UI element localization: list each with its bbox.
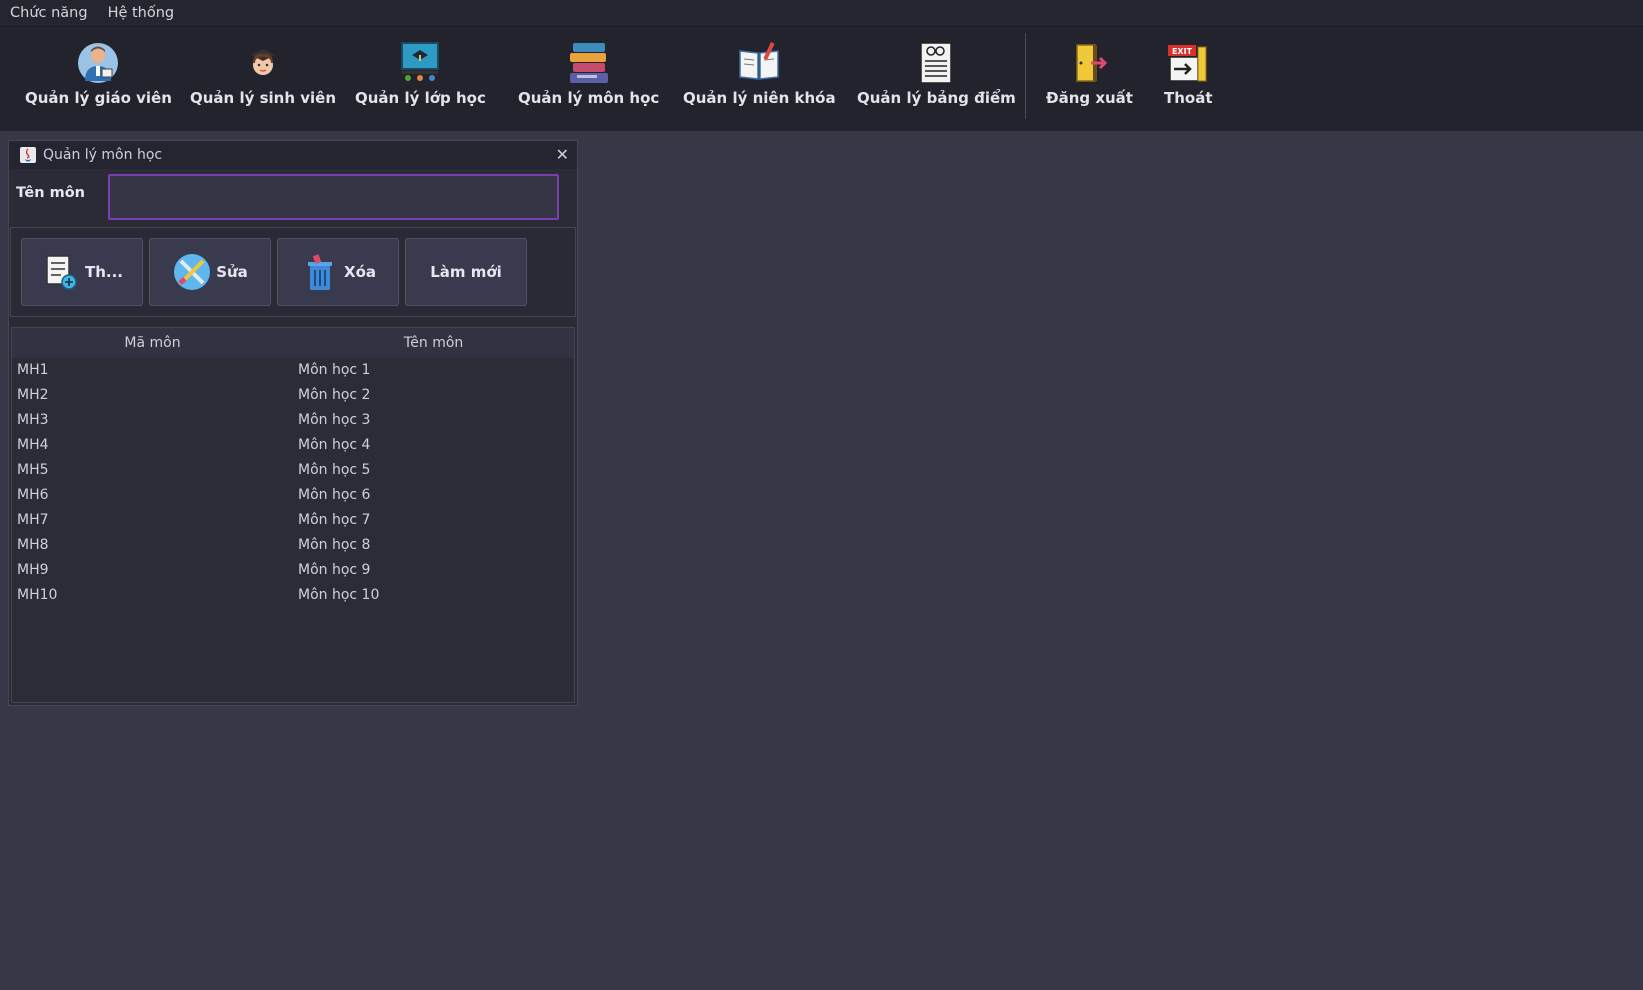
cell-subject-code: MH4 (17, 437, 49, 453)
table-row[interactable]: MH5 Môn học 5 (12, 458, 574, 483)
table-row[interactable]: MH7 Môn học 7 (12, 508, 574, 533)
column-header-subject-code[interactable]: Mã môn (12, 328, 293, 358)
school-year-management-button[interactable]: Quản lý niên khóa (683, 41, 836, 125)
table-row[interactable]: MH1 Môn học 1 (12, 358, 574, 383)
logout-button[interactable]: Đăng xuất (1046, 41, 1133, 125)
java-app-icon (20, 147, 36, 163)
cell-subject-name: Môn học 1 (298, 362, 371, 378)
table-row[interactable]: MH10 Môn học 10 (12, 583, 574, 608)
cell-subject-name: Môn học 6 (298, 487, 371, 503)
add-list-icon (46, 255, 77, 290)
exit-label: Thoát (1164, 89, 1213, 107)
table-row[interactable]: MH8 Môn học 8 (12, 533, 574, 558)
table-body: MH1 Môn học 1 MH2 Môn học 2 MH3 Môn học … (12, 358, 574, 608)
edit-button[interactable]: Sửa (149, 238, 271, 306)
menu-bar: Chức năng Hệ thống (0, 0, 1643, 27)
teacher-management-button[interactable]: Quản lý giáo viên (25, 41, 172, 125)
cell-subject-code: MH10 (17, 587, 58, 603)
delete-button[interactable]: Xóa (277, 238, 399, 306)
cell-subject-name: Môn học 5 (298, 462, 371, 478)
cell-subject-code: MH5 (17, 462, 49, 478)
window-title: Quản lý môn học (43, 147, 163, 163)
subject-management-label: Quản lý môn học (518, 89, 660, 107)
table-row[interactable]: MH6 Môn học 6 (12, 483, 574, 508)
menu-he-thong[interactable]: Hệ thống (98, 0, 185, 26)
table-row[interactable]: MH3 Môn học 3 (12, 408, 574, 433)
menu-chuc-nang[interactable]: Chức năng (0, 0, 98, 26)
exit-sign-icon: EXIT (1168, 45, 1207, 82)
toolbar-separator (1025, 33, 1026, 119)
cell-subject-name: Môn học 9 (298, 562, 371, 578)
subject-management-button[interactable]: Quản lý môn học (518, 41, 659, 125)
subject-name-label: Tên môn (16, 185, 85, 201)
cell-subject-code: MH3 (17, 412, 49, 428)
table-row[interactable]: MH4 Môn học 4 (12, 433, 574, 458)
student-management-label: Quản lý sinh viên (190, 89, 337, 107)
add-button[interactable]: Th... (21, 238, 143, 306)
edit-button-label: Sửa (216, 263, 248, 281)
subject-name-row: Tên môn (9, 171, 577, 221)
cell-subject-code: MH2 (17, 387, 49, 403)
add-button-label: Th... (84, 263, 123, 281)
table-row[interactable]: MH9 Môn học 9 (12, 558, 574, 583)
open-book-icon (739, 41, 780, 80)
svg-text:EXIT: EXIT (1172, 47, 1193, 56)
refresh-button-label: Làm mới (430, 263, 502, 281)
cell-subject-code: MH8 (17, 537, 49, 553)
table-row[interactable]: MH2 Môn học 2 (12, 383, 574, 408)
cell-subject-name: Môn học 2 (298, 387, 371, 403)
gradebook-management-label: Quản lý bảng điểm (857, 89, 1016, 107)
delete-button-label: Xóa (344, 263, 376, 281)
cell-subject-code: MH6 (17, 487, 49, 503)
class-management-button[interactable]: Quản lý lớp học (355, 41, 486, 125)
cell-subject-name: Môn học 7 (298, 512, 371, 528)
subject-management-window: Quản lý môn học ✕ Tên môn Th... Sửa Xóa … (8, 140, 578, 706)
refresh-button[interactable]: Làm mới (405, 238, 527, 306)
teacher-icon (78, 43, 119, 83)
tools-icon (174, 254, 211, 290)
student-management-button[interactable]: Quản lý sinh viên (190, 41, 336, 125)
cell-subject-code: MH7 (17, 512, 49, 528)
cell-subject-name: Môn học 3 (298, 412, 371, 428)
teacher-management-label: Quản lý giáo viên (25, 89, 172, 107)
class-management-label: Quản lý lớp học (355, 89, 486, 107)
exit-button[interactable]: EXIT Thoát (1164, 41, 1213, 125)
toolbar: Quản lý giáo viên Quản lý sinh viên Quản… (0, 27, 1643, 131)
books-icon (569, 43, 608, 83)
close-icon[interactable]: ✕ (556, 144, 569, 166)
school-year-management-label: Quản lý niên khóa (683, 89, 836, 107)
logout-door-icon (1076, 44, 1108, 82)
window-title-bar[interactable]: Quản lý môn học ✕ (9, 141, 577, 169)
subject-name-input[interactable] (108, 174, 559, 220)
action-button-panel: Th... Sửa Xóa Làm mới (10, 227, 576, 317)
subject-table[interactable]: Mã môn Tên môn MH1 Môn học 1 MH2 Môn học… (11, 327, 575, 703)
gradebook-management-button[interactable]: Quản lý bảng điểm (857, 41, 1016, 125)
column-header-subject-name[interactable]: Tên môn (293, 328, 574, 358)
cell-subject-name: Môn học 10 (298, 587, 380, 603)
cell-subject-code: MH9 (17, 562, 49, 578)
student-icon (251, 49, 275, 75)
cell-subject-name: Môn học 8 (298, 537, 371, 553)
trash-icon (308, 254, 332, 290)
cell-subject-name: Môn học 4 (298, 437, 371, 453)
table-header: Mã môn Tên môn (12, 328, 574, 358)
report-sheet-icon (920, 42, 953, 84)
logout-label: Đăng xuất (1046, 89, 1133, 107)
cell-subject-code: MH1 (17, 362, 49, 378)
classroom-icon (401, 42, 440, 81)
